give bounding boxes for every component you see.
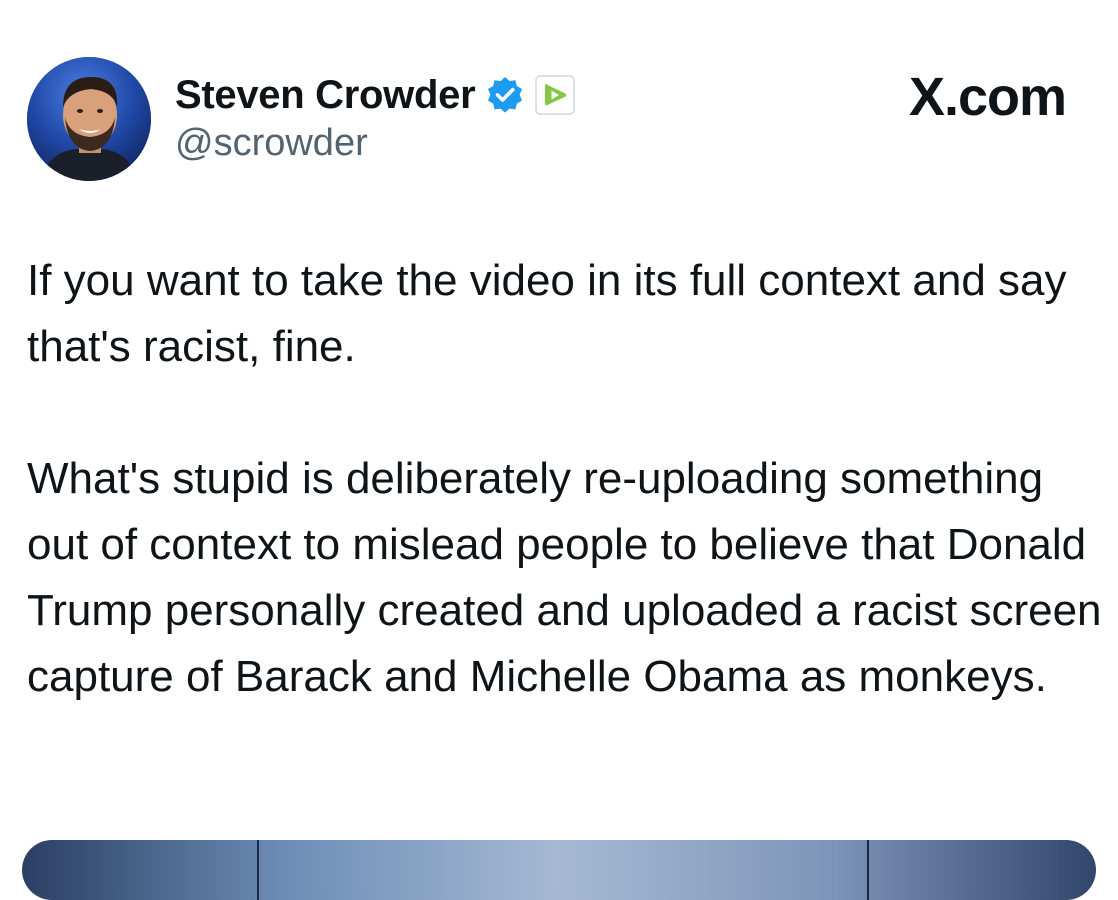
- media-attachment-preview[interactable]: [22, 840, 1096, 900]
- display-name[interactable]: Steven Crowder: [175, 73, 476, 118]
- author-handle[interactable]: @scrowder: [175, 122, 368, 165]
- tweet-paragraph: If you want to take the video in its ful…: [27, 256, 1067, 371]
- media-divider: [257, 840, 259, 900]
- tweet-paragraph: What's stupid is deliberately re-uploadi…: [27, 454, 1102, 701]
- tweet-text: If you want to take the video in its ful…: [27, 248, 1107, 710]
- author-name-row: Steven Crowder: [175, 68, 576, 122]
- avatar-portrait: [27, 57, 151, 181]
- verified-badge-icon[interactable]: [485, 75, 525, 115]
- rumble-logo-icon[interactable]: [535, 75, 576, 115]
- media-divider: [867, 840, 869, 900]
- avatar[interactable]: [27, 57, 151, 181]
- site-watermark: X.com: [908, 67, 1067, 127]
